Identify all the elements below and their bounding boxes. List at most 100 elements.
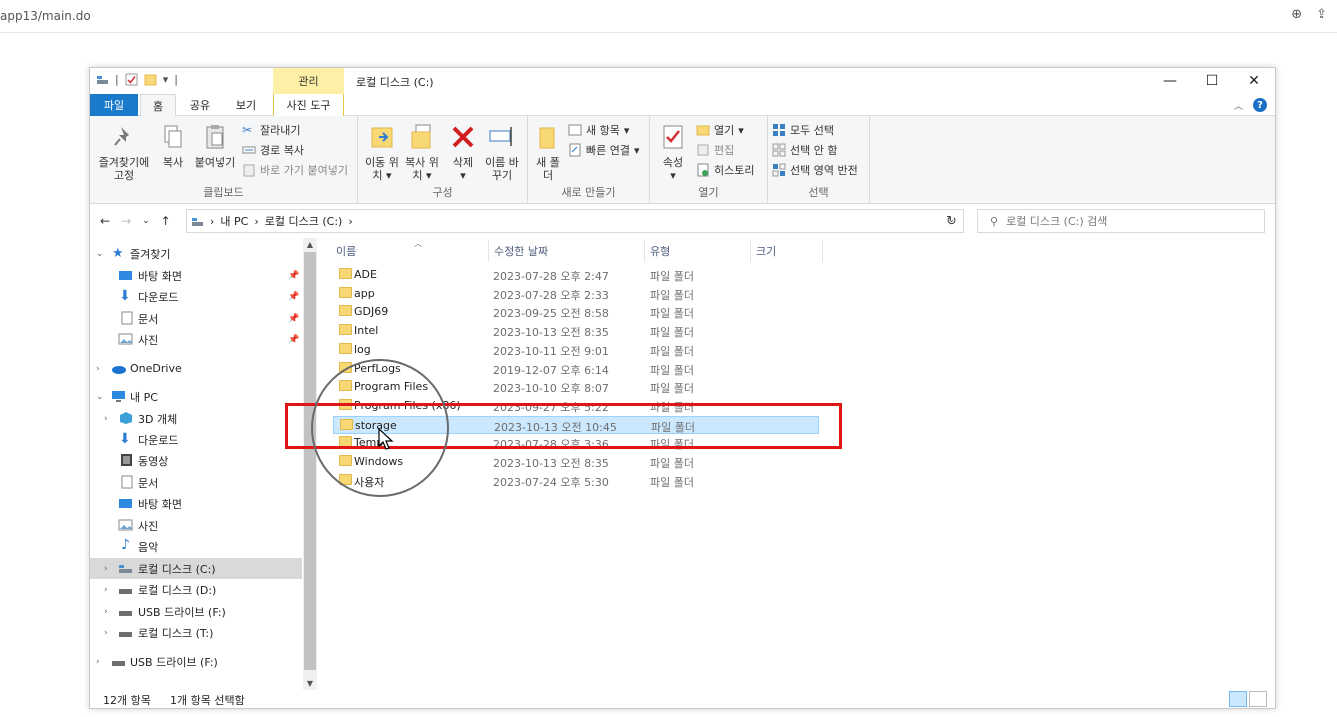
- maximize-button[interactable]: ☐: [1191, 68, 1233, 94]
- collapse-chevron-icon[interactable]: ›: [104, 414, 108, 424]
- file-row[interactable]: Program Files (x86) 2023-09-27 오후 5:22 파일 …: [333, 397, 819, 415]
- column-divider[interactable]: [750, 240, 751, 262]
- qat-dropdown-icon[interactable]: ▾: [163, 73, 169, 86]
- tab-home[interactable]: 홈: [140, 94, 176, 117]
- recent-chevron-icon[interactable]: ⌄: [142, 216, 150, 226]
- nav-local-disk-t[interactable]: › 로컬 디스크 (T:): [90, 622, 302, 643]
- nav-usb-drive-f[interactable]: › USB 드라이브 (F:): [90, 601, 302, 622]
- music-note-icon: ♪: [121, 537, 130, 553]
- search-box[interactable]: ⚲ 로컬 디스크 (C:) 검색: [977, 209, 1265, 233]
- paste-button[interactable]: 붙여넣기: [192, 122, 238, 169]
- select-all-button[interactable]: 모두 선택: [772, 122, 834, 138]
- properties-button[interactable]: 속성 ▾: [656, 122, 690, 182]
- share-icon[interactable]: ⇪: [1316, 7, 1327, 22]
- nav-onedrive[interactable]: › OneDrive: [90, 358, 302, 379]
- address-bar[interactable]: › 내 PC › 로컬 디스크 (C:) › ⌄: [186, 209, 964, 233]
- edit-button[interactable]: 편집: [696, 142, 734, 158]
- new-item-button[interactable]: 새 항목 ▾: [568, 122, 629, 138]
- nav-quick-pictures[interactable]: 사진 📌: [90, 329, 302, 350]
- collapse-chevron-icon[interactable]: ›: [104, 585, 108, 595]
- column-header-type[interactable]: 유형: [650, 238, 750, 264]
- back-arrow-icon[interactable]: ←: [100, 214, 110, 228]
- invert-selection-button[interactable]: 선택 영역 반전: [772, 162, 858, 178]
- tab-file[interactable]: 파일: [90, 94, 138, 116]
- forward-arrow-icon[interactable]: →: [121, 214, 131, 228]
- nav-pc-videos[interactable]: 동영상: [90, 450, 302, 471]
- nav-pc-desktop[interactable]: 바탕 화면: [90, 493, 302, 514]
- collapse-chevron-icon[interactable]: ›: [104, 628, 108, 638]
- tab-share[interactable]: 공유: [180, 94, 220, 116]
- expand-chevron-icon[interactable]: ⌄: [96, 249, 104, 259]
- zoom-icon[interactable]: ⊕: [1291, 7, 1302, 22]
- file-row[interactable]: Windows 2023-10-13 오전 8:35 파일 폴더: [333, 453, 819, 471]
- file-row[interactable]: GDJ69 2023-09-25 오전 8:58 파일 폴더: [333, 303, 819, 321]
- pin-quick-access-button[interactable]: 즐겨찾기에 고정: [96, 122, 152, 182]
- properties-check-icon[interactable]: [125, 73, 138, 86]
- minimize-button[interactable]: —: [1149, 68, 1191, 94]
- nav-local-disk-c[interactable]: › 로컬 디스크 (C:): [90, 558, 302, 579]
- collapse-chevron-icon[interactable]: ›: [96, 657, 100, 667]
- nav-3d-objects[interactable]: › 3D 개체: [90, 408, 302, 429]
- column-divider[interactable]: [644, 240, 645, 262]
- help-icon[interactable]: ?: [1253, 98, 1267, 112]
- file-row[interactable]: ADE 2023-07-28 오후 2:47 파일 폴더: [333, 266, 819, 284]
- move-to-button[interactable]: 이동 위치 ▾: [362, 122, 402, 182]
- file-row[interactable]: storage 2023-10-13 오전 10:45 파일 폴더: [333, 415, 819, 434]
- file-row[interactable]: app 2023-07-28 오후 2:33 파일 폴더: [333, 285, 819, 303]
- nav-pc-downloads[interactable]: ⬇ 다운로드: [90, 429, 302, 450]
- file-row[interactable]: Temp 2023-07-28 오후 3:36 파일 폴더: [333, 434, 819, 452]
- select-none-button[interactable]: 선택 안 함: [772, 142, 837, 158]
- nav-quick-documents[interactable]: 문서 📌: [90, 308, 302, 329]
- cut-button[interactable]: ✂ 잘라내기: [242, 122, 300, 138]
- expand-chevron-icon[interactable]: ⌄: [96, 392, 104, 402]
- rename-button[interactable]: 이름 바꾸기: [482, 122, 522, 182]
- scroll-down-icon[interactable]: ▼: [303, 679, 317, 688]
- nav-quick-desktop[interactable]: 바탕 화면 📌: [90, 265, 302, 286]
- column-header-modified[interactable]: 수정한 날짜: [494, 238, 644, 264]
- nav-local-disk-d[interactable]: › 로컬 디스크 (D:): [90, 579, 302, 600]
- nav-pc-pictures[interactable]: 사진: [90, 515, 302, 536]
- column-divider[interactable]: [822, 240, 823, 262]
- copy-path-button[interactable]: 경로 복사: [242, 142, 304, 158]
- nav-scrollbar[interactable]: ▲ ▼: [303, 238, 317, 690]
- file-row[interactable]: Program Files 2023-10-10 오후 8:07 파일 폴더: [333, 378, 819, 396]
- url-text[interactable]: app13/main.do: [0, 9, 91, 23]
- paste-shortcut-button[interactable]: 바로 가기 붙여넣기: [242, 162, 348, 178]
- tab-view[interactable]: 보기: [226, 94, 266, 116]
- ribbon-collapse-icon[interactable]: ︿: [1234, 99, 1243, 112]
- file-row[interactable]: Intel 2023-10-13 오전 8:35 파일 폴더: [333, 322, 819, 340]
- refresh-icon[interactable]: ↻: [946, 214, 957, 229]
- nav-pc-music[interactable]: ♪ 음악: [90, 536, 302, 557]
- copy-to-button[interactable]: 복사 위치 ▾: [402, 122, 442, 182]
- nav-this-pc[interactable]: ⌄ 내 PC: [90, 386, 302, 407]
- details-view-button[interactable]: [1229, 691, 1247, 707]
- new-folder-button[interactable]: 새 폴더: [532, 122, 564, 182]
- large-icons-view-button[interactable]: [1249, 691, 1267, 707]
- file-row[interactable]: log 2023-10-11 오전 9:01 파일 폴더: [333, 341, 819, 359]
- column-divider[interactable]: [488, 240, 489, 262]
- close-button[interactable]: ✕: [1233, 68, 1275, 94]
- easy-access-button[interactable]: 빠른 연결 ▾: [568, 142, 640, 158]
- new-folder-icon[interactable]: [144, 73, 157, 86]
- copy-button[interactable]: 복사: [156, 122, 190, 169]
- tab-photo-tools[interactable]: 사진 도구: [273, 94, 344, 116]
- column-header-size[interactable]: 크기: [756, 238, 816, 264]
- up-arrow-icon[interactable]: ↑: [161, 214, 171, 228]
- file-row[interactable]: 사용자 2023-07-24 오후 5:30 파일 폴더: [333, 472, 819, 490]
- open-button[interactable]: 열기 ▾: [696, 122, 744, 138]
- collapse-chevron-icon[interactable]: ›: [96, 364, 100, 374]
- collapse-chevron-icon[interactable]: ›: [104, 607, 108, 617]
- nav-scroll-thumb[interactable]: [304, 252, 316, 670]
- column-header-name[interactable]: 이름 ︿: [336, 238, 486, 264]
- collapse-chevron-icon[interactable]: ›: [104, 564, 108, 574]
- history-button[interactable]: 히스토리: [696, 162, 754, 178]
- delete-button[interactable]: 삭제 ▾: [446, 122, 480, 182]
- nav-usb-drive-root[interactable]: › USB 드라이브 (F:): [90, 651, 302, 672]
- breadcrumb-local-disk[interactable]: 로컬 디스크 (C:): [265, 213, 343, 229]
- nav-pc-documents[interactable]: 문서: [90, 472, 302, 493]
- scroll-up-icon[interactable]: ▲: [303, 240, 317, 249]
- nav-quick-access[interactable]: ⌄ ★ 즐겨찾기: [90, 243, 302, 264]
- file-row[interactable]: PerfLogs 2019-12-07 오후 6:14 파일 폴더: [333, 360, 819, 378]
- breadcrumb-this-pc[interactable]: 내 PC: [220, 213, 248, 229]
- nav-quick-downloads[interactable]: ⬇ 다운로드 📌: [90, 286, 302, 307]
